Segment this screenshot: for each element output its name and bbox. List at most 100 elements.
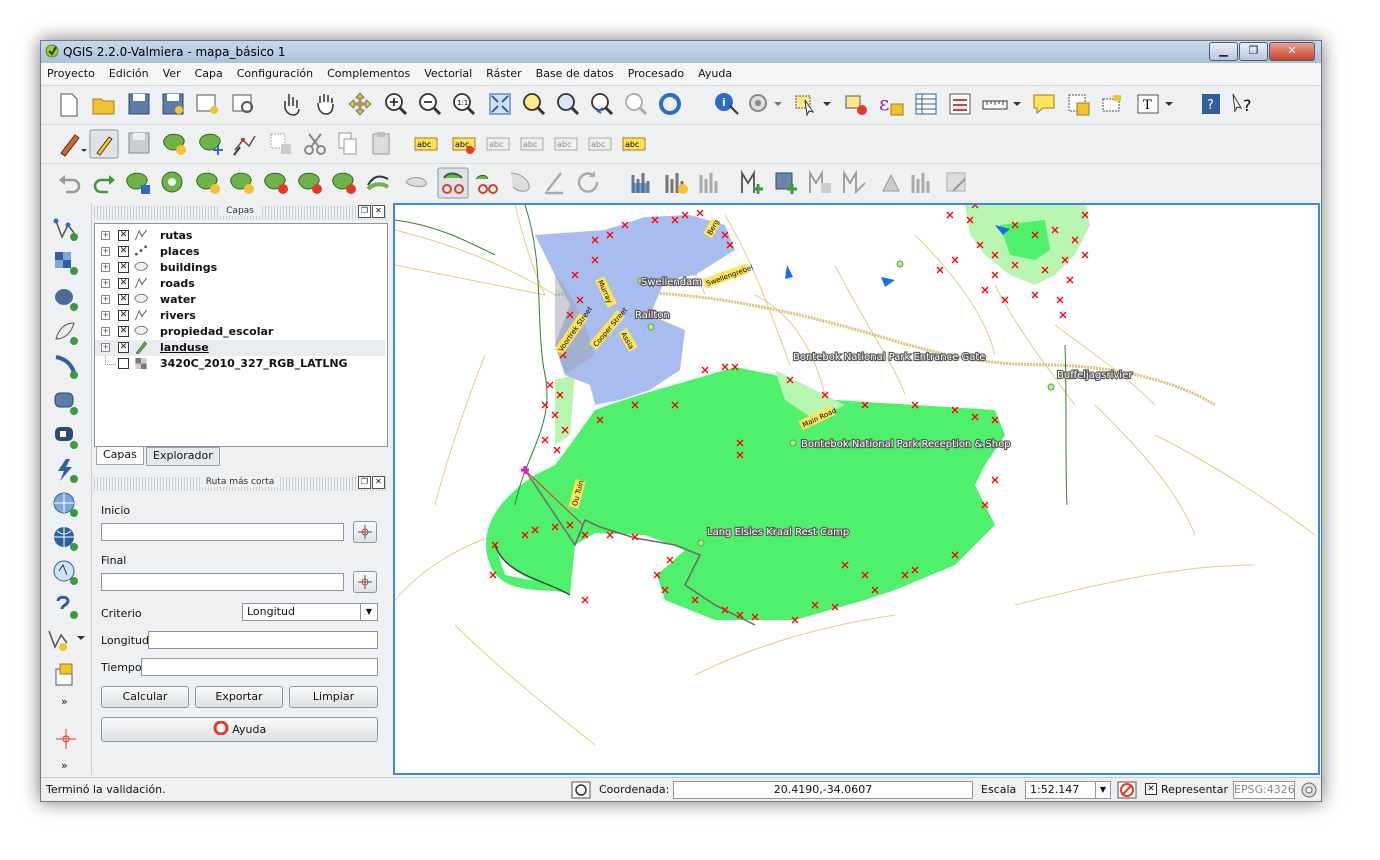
layer-visibility-checkbox[interactable]: ✕ [118, 326, 129, 337]
whats-this-icon[interactable]: ? [1229, 91, 1257, 117]
deselect-features-icon[interactable] [843, 91, 869, 117]
add-wcs-layer-icon[interactable] [52, 525, 80, 553]
help-button[interactable]: Ayuda [101, 717, 378, 742]
redo-icon[interactable] [91, 170, 117, 196]
zoom-in-icon[interactable] [383, 91, 409, 117]
menu-ver[interactable]: Ver [163, 67, 181, 80]
route-float-button[interactable]: ❐ [358, 476, 371, 489]
touch-zoom-pan-icon[interactable] [279, 91, 303, 117]
label-move-icon[interactable]: abc [519, 132, 545, 156]
layer-row-3420c-2010-327-rgb-latlng[interactable]: 3420C_2010_327_RGB_LATLNG [95, 356, 385, 372]
layer-visibility-checkbox[interactable]: ✕ [118, 342, 129, 353]
add-delimited-text-icon[interactable] [52, 593, 80, 621]
minimize-button[interactable]: ▁ [1209, 42, 1238, 61]
label-pin-icon[interactable]: abc [451, 132, 477, 156]
expand-icon[interactable]: + [101, 263, 110, 272]
fill-ring-icon[interactable] [229, 169, 257, 197]
layer-labeling-options-icon[interactable]: abc [413, 132, 439, 156]
text-annotation-icon[interactable]: T [1135, 91, 1177, 117]
save-layer-edits-icon[interactable] [127, 131, 151, 155]
layer-visibility-checkbox[interactable]: ✕ [118, 230, 129, 241]
paste-features-icon[interactable] [369, 130, 395, 158]
add-wms-tms-icon[interactable] [52, 559, 80, 587]
select-features-icon[interactable] [793, 91, 833, 117]
length-output[interactable] [148, 631, 378, 649]
export-button[interactable]: Exportar [195, 686, 283, 708]
start-pick-button[interactable] [353, 521, 377, 543]
layer-visibility-checkbox[interactable]: ✕ [118, 310, 129, 321]
light-green-strip[interactable] [555, 375, 575, 445]
toggle-editing-icon[interactable] [89, 129, 119, 159]
start-point-input[interactable] [101, 523, 344, 541]
vector-select-icon[interactable] [877, 169, 905, 197]
expand-icon[interactable]: + [101, 327, 110, 336]
expand-icon[interactable]: + [101, 231, 110, 240]
split-features-icon[interactable] [403, 169, 431, 197]
scale-combo[interactable]: 1:52.147 ▼ [1025, 781, 1111, 799]
help-contents-icon[interactable]: ? [1199, 91, 1223, 117]
vector-grid-icon[interactable] [807, 169, 837, 197]
menu-configuracion[interactable]: Configuración [237, 67, 313, 80]
split-parts-icon[interactable] [437, 167, 469, 199]
pan-map-icon[interactable] [313, 91, 337, 117]
new-shapefile-layer-icon[interactable] [45, 625, 87, 653]
zoom-to-selection-icon[interactable] [521, 91, 547, 117]
vector-merge-icon[interactable] [909, 169, 937, 197]
current-edits-icon[interactable] [57, 131, 87, 159]
zoom-last-icon[interactable] [589, 91, 615, 117]
layer-row-rivers[interactable]: + ✕ rivers [95, 308, 385, 324]
save-as-icon[interactable] [161, 92, 185, 116]
statistical-summary-icon[interactable] [947, 91, 973, 117]
vector-new-point-icon[interactable] [739, 169, 769, 197]
map-tips-icon[interactable] [1031, 91, 1057, 117]
raster-terrain-icon[interactable] [663, 169, 691, 197]
add-vector-layer-icon[interactable] [52, 215, 80, 243]
reshape-features-icon[interactable] [331, 169, 359, 197]
menu-procesado[interactable]: Procesado [628, 67, 684, 80]
raster-calc-icon[interactable] [629, 169, 657, 197]
menu-edicion[interactable]: Edición [109, 67, 149, 80]
coordinate-field[interactable]: 20.4190,-34.0607 [673, 781, 973, 799]
add-raster-layer-icon[interactable] [52, 249, 80, 277]
expand-icon[interactable]: + [101, 311, 110, 320]
layer-row-buildings[interactable]: + ✕ buildings [95, 260, 385, 276]
delete-selected-icon[interactable] [267, 130, 295, 158]
menu-complementos[interactable]: Complementos [327, 67, 410, 80]
layer-row-roads[interactable]: + ✕ roads [95, 276, 385, 292]
menu-base-de-datos[interactable]: Base de datos [536, 67, 614, 80]
simplify-feature-icon[interactable] [125, 169, 153, 197]
vector-geometry-icon[interactable] [841, 169, 871, 197]
field-calculator-icon[interactable]: ε [877, 90, 907, 118]
layer-visibility-checkbox[interactable]: ✕ [118, 278, 129, 289]
save-project-icon[interactable] [127, 92, 151, 116]
menu-ayuda[interactable]: Ayuda [698, 67, 732, 80]
cut-features-icon[interactable] [301, 130, 329, 158]
clear-button[interactable]: Limpiar [289, 686, 378, 708]
map-drawing[interactable]: Swellendam Railton Bontebok National Par… [395, 205, 1318, 773]
add-ring-icon[interactable] [159, 169, 187, 197]
more-tools-chevron-icon[interactable]: » [61, 695, 68, 708]
vector-add-layer-icon[interactable] [773, 169, 803, 197]
menu-proyecto[interactable]: Proyecto [47, 67, 95, 80]
label-change-icon[interactable]: abc [621, 132, 647, 156]
rotate-feature-icon[interactable] [575, 169, 603, 197]
merge-attributes-icon[interactable] [507, 169, 535, 197]
criterion-select[interactable]: Longitud ▼ [242, 603, 378, 621]
zoom-full-icon[interactable] [487, 91, 513, 117]
zoom-to-layer-icon[interactable] [555, 91, 581, 117]
raster-histogram-icon[interactable] [697, 169, 725, 197]
end-pick-button[interactable] [353, 571, 377, 593]
add-spatialite-layer-icon[interactable] [52, 319, 80, 347]
pan-to-selection-icon[interactable] [347, 91, 373, 117]
merge-selected-icon[interactable] [473, 169, 501, 197]
layer-row-rutas[interactable]: + ✕ rutas [95, 228, 385, 244]
float-panel-button[interactable]: ❐ [358, 205, 371, 218]
maximize-button[interactable]: ❐ [1239, 42, 1268, 61]
zoom-out-icon[interactable] [417, 91, 443, 117]
layer-row-landuse[interactable]: + ✕ landuse [95, 340, 385, 356]
open-project-icon[interactable] [91, 93, 117, 117]
composer-manager-icon[interactable] [231, 92, 257, 116]
time-output[interactable] [141, 658, 378, 676]
offset-curve-icon[interactable] [365, 169, 393, 197]
new-bookmark-icon[interactable] [1065, 91, 1093, 117]
